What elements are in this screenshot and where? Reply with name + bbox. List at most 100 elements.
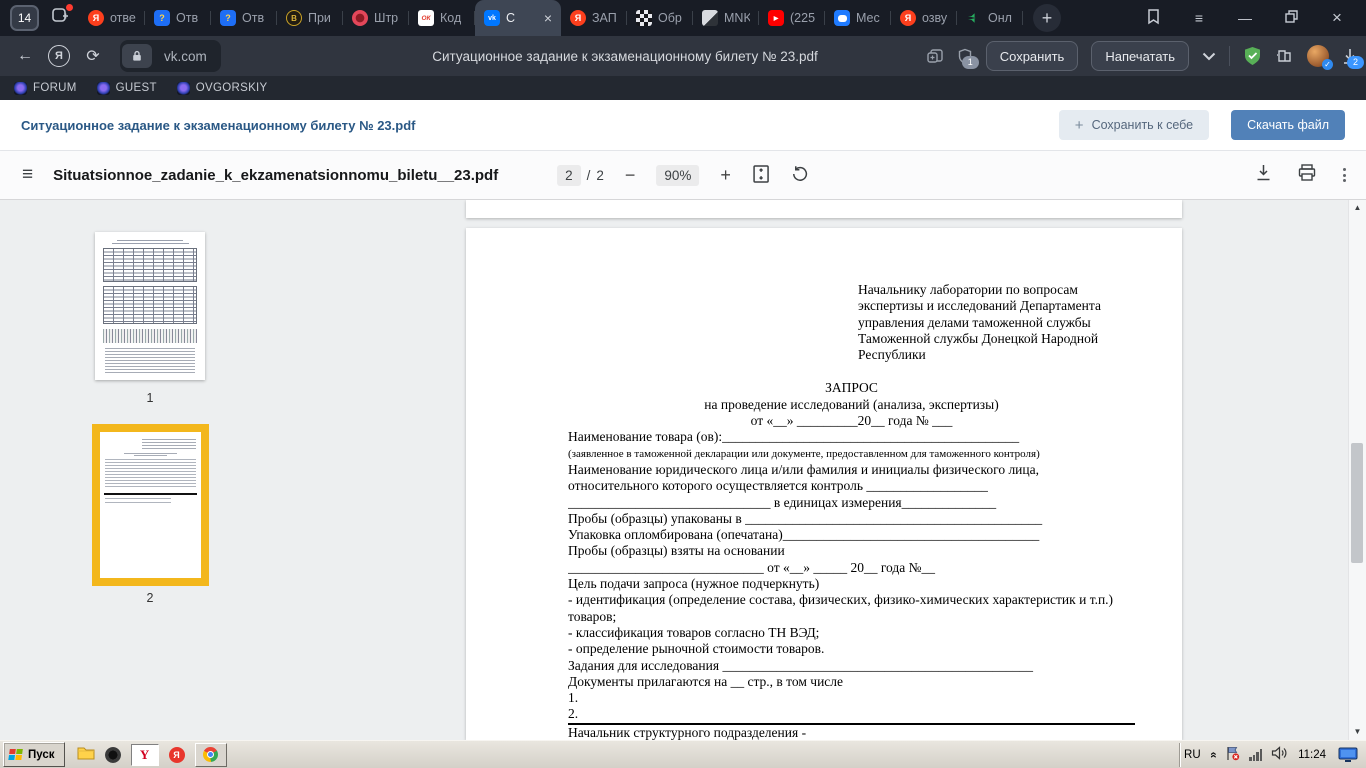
more-options-icon[interactable] [1343,168,1346,182]
side-panel-icon[interactable] [1130,8,1176,28]
tab-preview-icon[interactable] [926,48,944,64]
document-line: Документы прилагаются на __ стр., в том … [568,673,844,689]
language-indicator[interactable]: RU [1184,749,1201,761]
print-page-button[interactable]: Напечатать [1091,41,1189,71]
volume-icon[interactable] [1271,746,1287,763]
browser-tab[interactable]: В При [277,0,343,36]
document-line: Цель подачи запроса (нужное подчеркнуть) [568,576,820,592]
shield-badge: 1 [961,55,979,69]
profile-avatar[interactable]: ✓ [1307,45,1333,70]
scroll-down-arrow[interactable]: ▼ [1349,724,1366,740]
browser-tab[interactable]: Онл [957,0,1023,36]
password-shield-icon[interactable]: 1 [957,48,979,69]
pdf-toolbar-actions [1256,164,1346,186]
browser-tab[interactable]: ▶ (225 [759,0,825,36]
bookmark-label: GUEST [115,82,157,94]
tab-title: Обр [658,11,682,25]
yandex-app-icon[interactable]: Я [168,746,185,763]
rotate-button[interactable] [791,165,809,186]
document-center-line: ЗАПРОС [825,380,878,396]
chrome-taskbar-button[interactable] [194,742,227,767]
page-number-input[interactable]: 2 [557,164,581,186]
document-center-line: от «__» _________20__ года № ___ [750,413,953,429]
chevron-down-icon[interactable] [1202,52,1216,61]
vk-document-header: Ситуационное задание к экзаменационному … [0,100,1366,151]
ok-favicon: ОК [418,10,434,26]
tab-groups-icon[interactable] [51,3,73,30]
close-button[interactable]: × [1314,8,1360,28]
url-field[interactable]: vk.com [120,40,221,72]
recipient-line: экспертизы и исследований Департамента [858,298,1101,314]
document-line: относительного которого осуществляется к… [568,478,988,494]
pdf-page-1-bottom-edge [466,200,1182,218]
pdf-print-icon[interactable] [1298,164,1316,186]
tab-title: С [506,11,516,25]
yandex-home-icon[interactable]: Я [42,45,76,67]
page-thumbnail-2-selected[interactable] [92,424,209,586]
yandex-browser-taskbar-button[interactable]: Y [130,743,159,766]
pdf-download-icon[interactable] [1256,164,1271,186]
browser-tab[interactable]: ? Отв [145,0,211,36]
save-page-button[interactable]: Сохранить [985,41,1079,71]
tab-title: озву [922,11,948,25]
downloads-icon[interactable]: 2 [1342,48,1364,69]
back-icon[interactable]: ← [8,47,42,65]
explorer-folder-icon[interactable] [77,746,95,763]
vk-save-to-self-button[interactable]: + Сохранить к себе [1058,110,1210,140]
browser-tab[interactable]: Штр [343,0,409,36]
scroll-up-arrow[interactable]: ▲ [1349,200,1366,216]
minimize-button[interactable]: — [1222,10,1268,26]
vk-favicon: vk [484,10,500,26]
bookmark-item[interactable]: OVGORSKIY [176,81,268,95]
vertical-scrollbar[interactable]: ▲ ▼ [1348,200,1366,740]
scrollbar-thumb[interactable] [1351,443,1363,563]
browser-tab-bar: 14 Яотве? Отв? Отв В При Штр ОК Код vk С × Я ЗАП Обр M… [0,0,1366,36]
browser-tab[interactable]: Обр [627,0,693,36]
protect-shield-icon[interactable] [1243,46,1262,66]
network-signal-icon[interactable] [1249,748,1263,761]
hidden-icons-chevron[interactable]: « [1207,751,1219,757]
zoom-out-button[interactable]: − [625,165,636,186]
document-line: Начальник структурного подразделения - [568,724,807,740]
bookmark-item[interactable]: GUEST [96,81,157,95]
opera-icon[interactable] [104,746,121,763]
page-thumbnail-1[interactable] [95,232,205,380]
tab-title: MNK [724,11,750,25]
tab-title: Код [440,11,462,25]
browser-tab[interactable]: ? Отв [211,0,277,36]
show-desktop-button[interactable] [1337,746,1359,764]
window-controls: ≡ — × [1130,8,1360,28]
extensions-icon[interactable] [1275,48,1294,64]
new-tab-button[interactable]: + [1033,4,1061,32]
zoom-level[interactable]: 90% [656,164,700,186]
tab-title: При [308,11,331,25]
reload-icon[interactable]: ⟳ [76,46,110,66]
zoom-in-button[interactable]: + [720,165,731,186]
pdf-page-2: Начальнику лаборатории по вопросам экспер… [466,228,1182,740]
thumbnail-label-1: 1 [146,391,154,405]
browser-tab[interactable]: Я ЗАП [561,0,627,36]
screen: 14 Яотве? Отв? Отв В При Штр ОК Код vk С × Я ЗАП Обр M… [0,0,1366,768]
tab-close-icon[interactable]: × [544,10,552,26]
restore-button[interactable] [1268,10,1314,26]
recipient-line: Начальнику лаборатории по вопросам [858,282,1078,297]
security-flag-icon[interactable] [1225,746,1240,764]
page-title: Ситуационное задание к экзаменационному … [432,48,818,64]
browser-menu-icon[interactable]: ≡ [1176,10,1222,26]
fit-page-button[interactable] [752,164,770,187]
browser-tab-active[interactable]: vk С × [475,0,561,36]
browser-tab[interactable]: MNK [693,0,759,36]
sidebar-toggle-icon[interactable]: ≡ [22,164,33,186]
vk-download-file-button[interactable]: Скачать файл [1231,110,1345,140]
browser-tab[interactable]: ОК Код [409,0,475,36]
tab-title: Онл [988,11,1012,25]
start-button[interactable]: Пуск [3,742,65,767]
thumbnail-label-2: 2 [146,591,154,605]
browser-tab[interactable]: Яотве [79,0,145,36]
browser-tab[interactable]: Яозву [891,0,957,36]
bookmark-item[interactable]: FORUM [14,81,77,95]
browser-tab[interactable]: Мес [825,0,891,36]
lock-icon[interactable] [122,44,152,68]
recipient-line: Республики [858,347,926,363]
tab-counter[interactable]: 14 [10,5,39,31]
